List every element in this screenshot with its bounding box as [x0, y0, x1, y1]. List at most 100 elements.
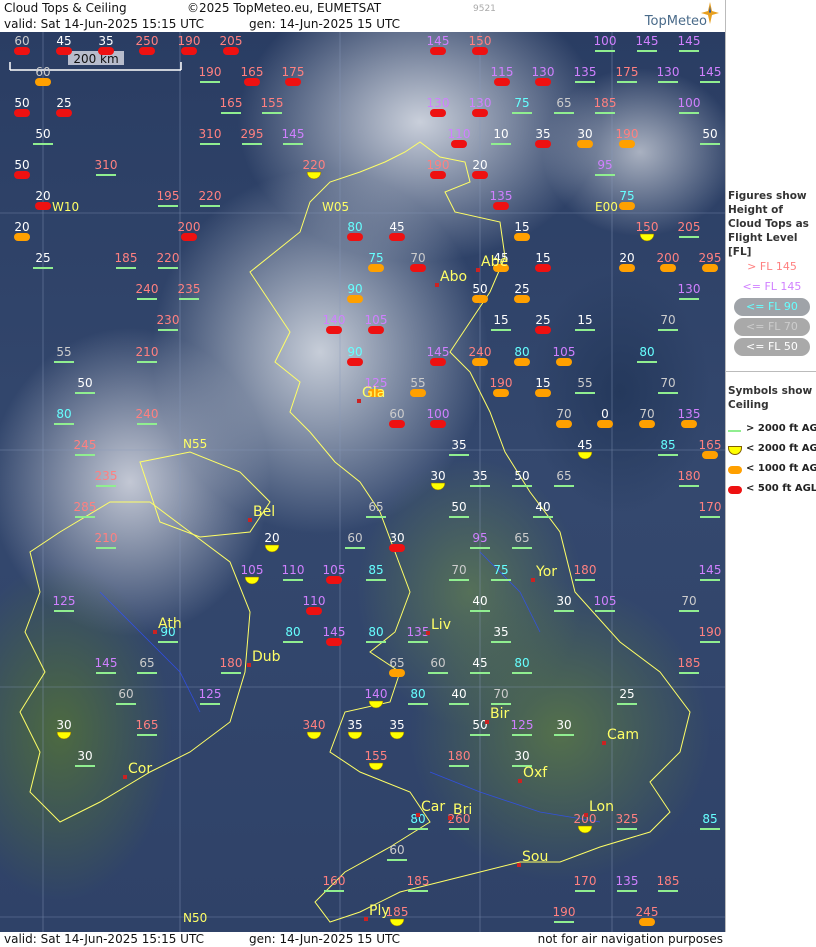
cloud-top-value: 185 [115, 251, 138, 265]
cloud-top-value: 75 [493, 563, 508, 577]
station-observation: 210 [136, 345, 158, 363]
cloud-top-value: 95 [472, 531, 487, 545]
cloud-top-value: 210 [95, 531, 118, 545]
ceiling-symbol [389, 731, 405, 740]
city-dot-icon [448, 816, 452, 820]
legend-fl-item: <= FL 50 [734, 338, 810, 356]
city-label: Gla [362, 385, 385, 401]
station-observation: 220 [157, 251, 179, 269]
station-observation: 115 [491, 65, 513, 86]
cloud-top-value: 35 [493, 625, 508, 639]
station-observation: 55 [54, 345, 74, 363]
station-observation: 75 [491, 563, 511, 581]
station-observation: 145 [95, 656, 117, 674]
station-observation: 65 [389, 656, 405, 677]
station-observation: 130 [678, 282, 700, 300]
station-observation: 135 [574, 65, 596, 83]
station-observation: 30 [389, 531, 405, 552]
ceiling-symbol [430, 420, 446, 428]
cloud-top-value: 20 [14, 220, 29, 234]
station-observation: 185 [115, 251, 138, 269]
station-observation: 85 [700, 812, 720, 830]
cloud-top-value: 145 [282, 127, 305, 141]
cloud-top-value: 105 [594, 594, 617, 608]
station-observation: 70 [556, 407, 572, 428]
ceiling-symbol [326, 326, 342, 334]
cloud-top-value: 65 [514, 531, 529, 545]
station-observation: 20 [264, 531, 280, 553]
cloud-top-value: 30 [430, 469, 445, 483]
station-observation: 245 [636, 905, 658, 926]
station-observation: 35 [347, 718, 363, 740]
ceiling-symbol [451, 140, 467, 148]
cloud-top-value: 165 [136, 718, 159, 732]
cloud-top-value: 60 [430, 656, 445, 670]
city-dot-icon [364, 917, 368, 921]
station-observation: 10 [491, 127, 511, 145]
city-marker: Gla [357, 385, 385, 403]
station-observation: 310 [95, 158, 117, 176]
ceiling-symbol [535, 264, 551, 272]
station-observation: 80 [514, 345, 530, 366]
ceiling-symbol [514, 233, 530, 241]
cloud-top-value: 145 [427, 34, 450, 48]
station-observation: 205 [678, 220, 700, 238]
cloud-top-value: 50 [472, 282, 487, 296]
cloud-top-value: 230 [157, 313, 180, 327]
legend-panel: Figures show Height of Cloud Tops as Fli… [725, 0, 816, 932]
city-marker: Liv [426, 617, 451, 635]
cloud-top-value: 90 [347, 345, 362, 359]
station-observation: 140 [365, 687, 388, 709]
cloud-top-value: 15 [535, 251, 550, 265]
city-dot-icon [426, 631, 430, 635]
station-observation: 165 [699, 438, 721, 459]
station-observation: 30 [75, 749, 95, 767]
graticule-label-w05: W05 [322, 200, 349, 214]
ceiling-symbol [660, 264, 676, 272]
cloud-top-value: 35 [389, 718, 404, 732]
station-observation: 65 [137, 656, 157, 674]
city-label: Ply [369, 903, 390, 919]
ceiling-symbol [306, 607, 322, 615]
cloud-top-value: 40 [451, 687, 466, 701]
cloud-top-value: 70 [681, 594, 696, 608]
graticule-label-n50: N50 [183, 911, 207, 925]
station-observation: 50 [14, 96, 30, 117]
station-observation: 165 [136, 718, 159, 736]
city-dot-icon [248, 518, 252, 522]
station-observation: 50 [512, 469, 532, 487]
station-observation: 145 [427, 345, 450, 366]
ceiling-symbol [472, 109, 488, 117]
cloud-top-value: 50 [14, 158, 29, 172]
city-dot-icon [123, 775, 127, 779]
station-observation: 100 [427, 407, 449, 428]
ceiling-symbol [223, 47, 239, 55]
cloud-top-value: 30 [514, 749, 529, 763]
cloud-top-value: 165 [241, 65, 264, 79]
footer: valid: Sat 14-Jun-2025 15:15 UTC gen: 14… [0, 932, 725, 947]
cloud-top-value: 140 [365, 687, 388, 701]
ceiling-symbol [56, 731, 72, 740]
ceiling-symbol [556, 358, 572, 366]
cloud-top-value: 295 [241, 127, 264, 141]
cloud-top-value: 50 [14, 96, 29, 110]
station-observation: 135 [678, 407, 700, 428]
cloud-top-value: 80 [639, 345, 654, 359]
cloud-top-value: 125 [199, 687, 222, 701]
cloud-top-value: 100 [678, 96, 701, 110]
station-observation: 80 [347, 220, 363, 241]
cloud-top-value: 0 [601, 407, 609, 421]
ceiling-symbol [368, 700, 384, 709]
cloud-top-value: 30 [577, 127, 592, 141]
cloud-top-value: 145 [427, 345, 450, 359]
ceiling-symbol [597, 420, 613, 428]
legend-symbol-label: < 1000 ft AGL [746, 463, 816, 474]
legend-symbol-row: < 500 ft AGL [728, 483, 816, 497]
city-label: Dub [252, 649, 281, 665]
cloud-top-value: 200 [178, 220, 201, 234]
ceiling-symbol [619, 202, 635, 210]
ceiling-symbol [56, 47, 72, 55]
station-observation: 130 [532, 65, 554, 86]
station-observation: 60 [35, 65, 51, 86]
station-observation: 85 [658, 438, 678, 456]
